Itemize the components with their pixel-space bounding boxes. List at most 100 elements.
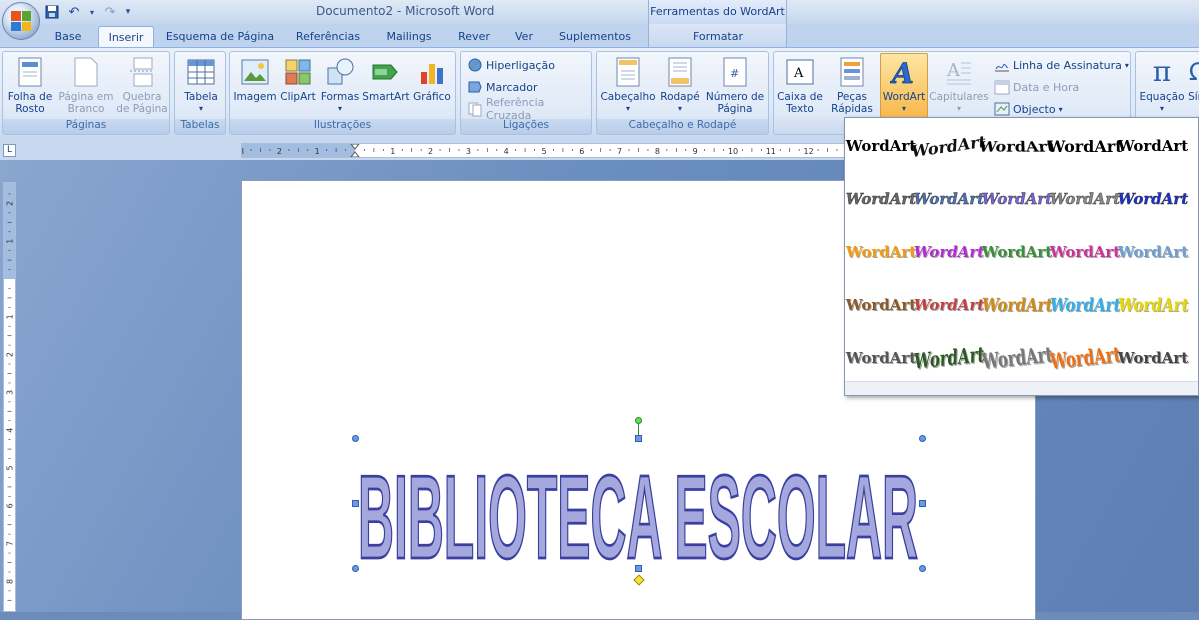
clipart-button[interactable]: ClipArt xyxy=(278,54,318,103)
ruler-number: 1 xyxy=(315,147,320,156)
wordart-style-label: WordArt xyxy=(845,349,917,367)
tab-rever[interactable]: Rever xyxy=(450,26,498,47)
wordart-style-22[interactable]: WordArt xyxy=(913,336,986,380)
rodape-label: Rodapé xyxy=(660,91,700,103)
equacao-button[interactable]: π Equação ▾ xyxy=(1138,54,1186,115)
wordart-style-label: WordArt xyxy=(1117,243,1189,261)
wordart-object[interactable]: BIBLIOTECA ESCOLAR xyxy=(352,438,924,568)
svg-text:A: A xyxy=(946,60,961,81)
simbolo-button[interactable]: Ω Sím xyxy=(1188,54,1199,103)
wordart-style-6[interactable]: WordArt xyxy=(846,177,917,221)
ruler-number: 2 xyxy=(277,147,282,156)
save-icon[interactable] xyxy=(44,4,60,20)
marcador-button[interactable]: Marcador xyxy=(467,78,538,96)
objecto-button[interactable]: Objecto ▾ xyxy=(994,100,1063,118)
wordart-style-16[interactable]: WordArt xyxy=(846,283,917,327)
caixa-texto-button[interactable]: A Caixa de Texto xyxy=(776,54,824,115)
wordart-style-14[interactable]: WordArt xyxy=(1050,230,1121,274)
wordart-style-17[interactable]: WordArt xyxy=(914,283,985,327)
wordart-style-18[interactable]: WordArt xyxy=(980,283,1054,327)
tab-ver[interactable]: Ver xyxy=(506,26,542,47)
cabecalho-button[interactable]: Cabeçalho ▾ xyxy=(600,54,656,115)
resize-handle-s[interactable] xyxy=(635,565,642,572)
tab-mailings[interactable]: Mailings xyxy=(378,26,440,47)
wordart-style-13[interactable]: WordArt xyxy=(982,230,1053,274)
resize-handle-n[interactable] xyxy=(635,435,642,442)
smartart-button[interactable]: SmartArt xyxy=(362,54,410,103)
wordart-style-3[interactable]: WordArt xyxy=(977,124,1056,168)
wordart-style-21[interactable]: WordArt xyxy=(846,336,917,380)
objecto-dropdown-icon: ▾ xyxy=(1058,104,1063,114)
vruler-number: 6 xyxy=(6,503,15,508)
numero-pagina-button[interactable]: # Número de Página xyxy=(704,54,766,115)
referencia-cruzada-button[interactable]: Referência Cruzada xyxy=(467,96,591,122)
wordart-style-19[interactable]: WordArt xyxy=(1048,283,1122,327)
redo-icon[interactable]: ↷ xyxy=(102,4,118,20)
tabela-button[interactable]: Tabela ▾ xyxy=(178,54,224,115)
vertical-ruler[interactable]: 2 1 1 2 3 4 5 6 7 8 xyxy=(3,182,16,612)
group-label-cabecalho-rodape: Cabeçalho e Rodapé xyxy=(597,119,768,134)
wordart-style-1[interactable]: WordArt xyxy=(846,124,917,168)
customize-qat-icon[interactable]: ▾ xyxy=(124,4,132,20)
group-paginas: Folha de Rosto Página em Branco Quebra d… xyxy=(2,51,170,135)
resize-handle-e[interactable] xyxy=(919,500,926,507)
tab-esquema-pagina[interactable]: Esquema de Página xyxy=(162,26,278,47)
wordart-style-11[interactable]: WordArt xyxy=(846,230,917,274)
wordart-style-label: WordArt xyxy=(913,296,985,314)
wordart-style-9[interactable]: WordArt xyxy=(1050,177,1121,221)
wordart-style-15[interactable]: WordArt xyxy=(1118,230,1189,274)
indent-marker[interactable] xyxy=(350,144,360,157)
hiperligacao-button[interactable]: Hiperligação xyxy=(467,56,555,74)
wordart-icon: A xyxy=(888,56,920,88)
tab-suplementos[interactable]: Suplementos xyxy=(552,26,638,47)
wordart-style-10[interactable]: WordArt xyxy=(1118,177,1189,221)
wordart-style-23[interactable]: WordArt xyxy=(981,336,1054,380)
folha-rosto-button[interactable]: Folha de Rosto xyxy=(5,54,55,115)
rotate-handle[interactable] xyxy=(635,417,642,424)
rodape-button[interactable]: Rodapé ▾ xyxy=(657,54,703,115)
wordart-style-5[interactable]: WordArt xyxy=(1118,124,1189,168)
wordart-style-4[interactable]: WordArt xyxy=(1047,124,1122,168)
wordart-style-12[interactable]: WordArt xyxy=(914,230,985,274)
resize-handle-w[interactable] xyxy=(352,500,359,507)
cover-page-icon xyxy=(14,56,46,88)
object-icon xyxy=(994,101,1010,117)
undo-dropdown-icon[interactable]: ▾ xyxy=(88,4,96,20)
grafico-button[interactable]: Gráfico xyxy=(411,54,453,103)
imagem-button[interactable]: Imagem xyxy=(233,54,277,103)
vruler-number: 5 xyxy=(6,465,15,470)
wordart-style-2[interactable]: WordArt xyxy=(910,124,987,168)
formas-button[interactable]: Formas ▾ xyxy=(320,54,360,115)
tab-selector[interactable]: L xyxy=(3,144,16,157)
resize-handle-se[interactable] xyxy=(919,565,926,572)
wordart-style-7[interactable]: WordArt xyxy=(914,177,985,221)
capitulares-button[interactable]: A Capitulares ▾ xyxy=(928,54,990,115)
undo-icon[interactable]: ↶ xyxy=(66,4,82,20)
wordart-style-24[interactable]: WordArt xyxy=(1049,336,1122,380)
cabecalho-label: Cabeçalho xyxy=(600,91,656,103)
wordart-style-25[interactable]: WordArt xyxy=(1118,336,1189,380)
data-hora-button[interactable]: Data e Hora xyxy=(994,78,1079,96)
pecas-rapidas-button[interactable]: Peças Rápidas xyxy=(826,54,878,115)
rotate-handle-stem xyxy=(638,424,639,435)
resize-handle-sw[interactable] xyxy=(352,565,359,572)
tab-inserir[interactable]: Inserir xyxy=(98,26,154,48)
resize-handle-ne[interactable] xyxy=(919,435,926,442)
wordart-style-label: WordArt xyxy=(845,296,917,314)
office-button[interactable] xyxy=(2,2,40,40)
tab-referencias[interactable]: Referências xyxy=(286,26,370,47)
quebra-pagina-button[interactable]: Quebra de Página xyxy=(115,54,169,115)
wordart-style-label: WordArt xyxy=(980,294,1054,316)
wordart-button[interactable]: A WordArt ▾ xyxy=(880,53,928,118)
date-time-icon xyxy=(994,79,1010,95)
page-break-icon xyxy=(126,56,158,88)
tab-formatar[interactable]: Formatar xyxy=(684,26,752,47)
tab-base[interactable]: Base xyxy=(46,26,90,47)
pagina-branco-button[interactable]: Página em Branco xyxy=(57,54,115,115)
resize-handle-nw[interactable] xyxy=(352,435,359,442)
text-box-icon: A xyxy=(784,56,816,88)
wordart-style-20[interactable]: WordArt xyxy=(1116,283,1190,327)
wordart-style-label: WordArt xyxy=(910,131,988,161)
linha-assinatura-button[interactable]: Linha de Assinatura ▾ xyxy=(994,56,1129,74)
wordart-style-8[interactable]: WordArt xyxy=(982,177,1053,221)
